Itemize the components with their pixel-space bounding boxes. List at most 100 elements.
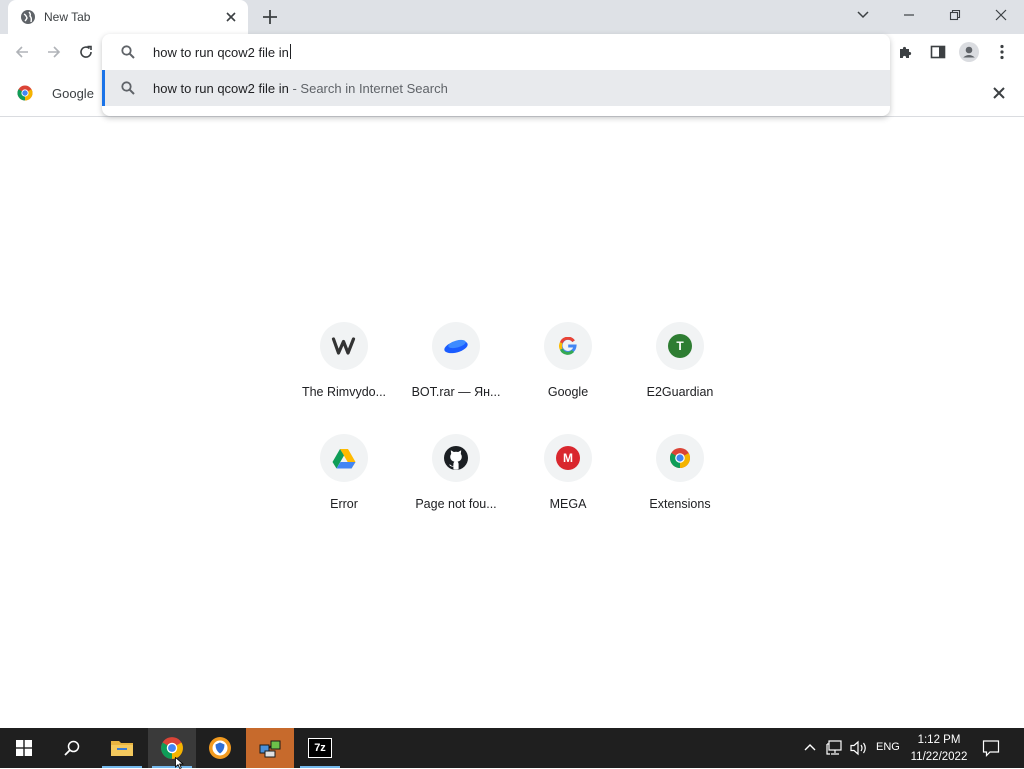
shortcut-icon-bg <box>432 322 480 370</box>
clock-time: 1:12 PM <box>917 734 961 746</box>
notifications-button[interactable] <box>982 739 1000 757</box>
text-caret <box>289 44 291 59</box>
shortcut-label: Google <box>547 385 589 399</box>
selection-indicator <box>102 70 105 106</box>
suggestion-query: how to run qcow2 file in <box>153 81 289 96</box>
tab-search-button[interactable] <box>840 0 886 30</box>
side-panel-icon <box>930 45 946 59</box>
shortcut-icon-bg <box>432 434 480 482</box>
shortcut-label: Extensions <box>649 497 711 511</box>
taskbar-chrome[interactable] <box>148 728 196 769</box>
shortcut-tile[interactable]: Error <box>288 434 400 534</box>
close-icon[interactable] <box>990 84 1008 102</box>
weebly-icon <box>331 337 356 355</box>
more-vert-icon <box>1000 44 1004 60</box>
shortcut-tile[interactable]: M MEGA <box>512 434 624 534</box>
clock[interactable]: 1:12 PM 11/22/2022 <box>905 732 973 766</box>
network-tray-button[interactable] <box>826 740 844 756</box>
profile-button[interactable] <box>959 42 979 62</box>
arrow-left-icon <box>15 46 28 58</box>
shortcut-label: E2Guardian <box>646 385 714 399</box>
action-center-icon <box>982 740 1000 757</box>
shortcut-label: BOT.rar — Ян... <box>411 385 501 399</box>
reload-button[interactable] <box>76 42 96 62</box>
taskbar-file-explorer[interactable] <box>98 728 146 768</box>
shortcut-icon-bg: M <box>544 434 592 482</box>
minimize-button[interactable] <box>886 0 932 30</box>
omnibox-input[interactable]: how to run qcow2 file in <box>153 44 291 60</box>
suggestion-description: - Search in Internet Search <box>288 81 448 96</box>
seven-zip-icon: 7z <box>308 738 332 758</box>
back-button[interactable] <box>12 42 32 62</box>
network-app-icon <box>259 740 281 758</box>
shortcut-tile[interactable]: BOT.rar — Ян... <box>400 322 512 422</box>
restore-button[interactable] <box>932 0 978 30</box>
shield-browser-icon <box>209 737 231 759</box>
shortcut-tile[interactable]: Google <box>512 322 624 422</box>
extensions-button[interactable] <box>896 42 916 62</box>
shortcut-icon-bg <box>320 434 368 482</box>
omnibox-input-text: how to run qcow2 file in <box>153 45 289 60</box>
taskbar-search-button[interactable] <box>48 728 96 768</box>
avatar-icon <box>959 42 979 62</box>
omnibox-popup: how to run qcow2 file in how to run qcow… <box>102 34 890 116</box>
bookmark-google-label[interactable]: Google C <box>52 86 98 101</box>
show-hidden-icons-button[interactable] <box>802 740 818 756</box>
chevron-up-icon <box>804 744 816 751</box>
suggestion-text: how to run qcow2 file in - Search in Int… <box>153 81 448 96</box>
side-panel-button[interactable] <box>928 42 948 62</box>
shortcut-icon-bg: T <box>656 322 704 370</box>
google-drive-icon <box>332 448 356 468</box>
chrome-icon <box>17 85 33 101</box>
windows-logo-icon <box>16 740 32 756</box>
folder-icon <box>111 741 133 756</box>
reload-icon <box>80 45 92 58</box>
shortcut-icon-bg <box>320 322 368 370</box>
search-icon <box>64 740 80 756</box>
shortcut-label: The Rimvydo... <box>301 385 387 399</box>
globe-icon <box>21 10 35 24</box>
mega-icon: M <box>556 446 580 470</box>
taskbar-7zip[interactable]: 7z <box>296 728 344 768</box>
puzzle-icon <box>900 46 912 58</box>
network-icon <box>826 740 842 755</box>
arrow-right-icon <box>48 46 61 58</box>
shortcut-icon-bg <box>544 322 592 370</box>
letter-t-icon: T <box>668 334 692 358</box>
close-window-button[interactable] <box>978 0 1024 30</box>
search-icon <box>121 81 135 95</box>
shortcut-tile[interactable]: Page not fou... <box>400 434 512 534</box>
speaker-icon <box>850 740 866 756</box>
shortcut-icon-bg <box>656 434 704 482</box>
shortcut-tile[interactable]: T E2Guardian <box>624 322 736 422</box>
start-button[interactable] <box>0 728 48 768</box>
language-indicator[interactable]: ENG <box>876 741 900 753</box>
close-icon <box>995 9 1007 21</box>
yandex-disk-icon <box>444 339 468 354</box>
volume-tray-button[interactable] <box>850 740 868 756</box>
google-icon <box>559 337 577 355</box>
github-icon <box>444 446 468 470</box>
new-tab-button[interactable] <box>261 8 279 26</box>
close-tab-icon[interactable] <box>223 9 239 25</box>
minimize-icon <box>904 14 914 16</box>
shortcut-label: Page not fou... <box>415 497 497 511</box>
shortcut-label: Error <box>330 497 358 511</box>
forward-button[interactable] <box>44 42 64 62</box>
search-icon <box>121 45 135 59</box>
tab-new-tab[interactable]: New Tab <box>8 0 248 34</box>
taskbar-network-app[interactable] <box>246 728 294 768</box>
clock-date: 11/22/2022 <box>910 751 968 763</box>
tab-title: New Tab <box>44 10 91 24</box>
restore-icon <box>949 9 961 21</box>
chevron-down-icon <box>857 11 869 19</box>
taskbar-browser[interactable] <box>196 728 244 768</box>
omnibox-suggestion[interactable]: how to run qcow2 file in - Search in Int… <box>102 70 890 106</box>
shortcut-tile[interactable]: Extensions <box>624 434 736 534</box>
shortcut-label: MEGA <box>549 497 587 511</box>
shortcut-tile[interactable]: The Rimvydo... <box>288 322 400 422</box>
omnibox-input-row[interactable]: how to run qcow2 file in <box>102 34 890 70</box>
menu-button[interactable] <box>992 42 1012 62</box>
mouse-cursor-icon <box>175 757 184 769</box>
chrome-icon <box>670 448 690 468</box>
